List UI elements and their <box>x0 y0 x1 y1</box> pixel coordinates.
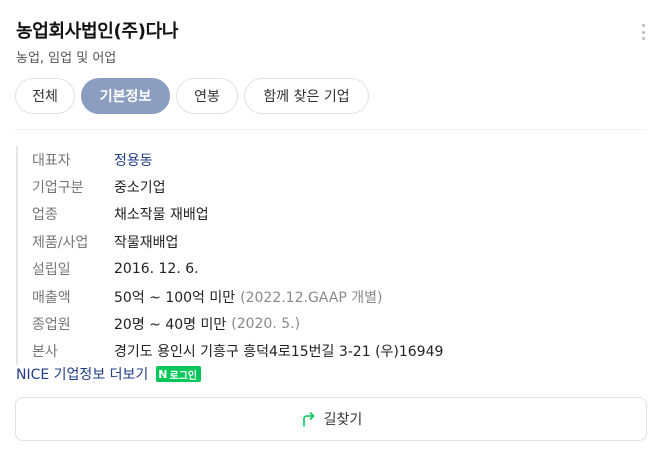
nice-more-link[interactable]: NICE 기업정보 더보기 <box>16 364 148 384</box>
nice-info-row: NICE 기업정보 더보기 N 로그인 <box>16 364 202 384</box>
info-row-ceo: 대표자 정용동 <box>32 146 636 173</box>
info-label: 대표자 <box>32 152 71 169</box>
info-label: 제품/사업 <box>32 234 89 251</box>
info-note: (2020. 5.) <box>231 316 301 333</box>
directions-button[interactable]: 길찾기 <box>15 397 647 441</box>
info-value: 중소기업 <box>114 180 166 197</box>
login-badge-label: 로그인 <box>169 370 198 382</box>
info-row-type: 기업구분 중소기업 <box>32 173 636 200</box>
info-row-employees: 종업원 20명 ~ 40명 미만 (2020. 5.) <box>32 310 636 337</box>
directions-label: 길찾기 <box>323 412 363 428</box>
info-value: 경기도 용인시 기흥구 흥덕4로15번길 3-21 (우)16949 <box>114 344 444 361</box>
info-row-address: 본사 경기도 용인시 기흥구 흥덕4로15번길 3-21 (우)16949 <box>32 338 636 365</box>
info-label: 매출액 <box>32 289 71 306</box>
more-options-icon[interactable] <box>637 22 649 42</box>
info-value: 작물재배업 <box>114 234 179 251</box>
divider <box>15 129 646 130</box>
naver-n-icon: N <box>158 367 168 381</box>
ceo-link[interactable]: 정용동 <box>114 150 153 170</box>
company-info-card: 농업회사법인(주)다나 농업, 임업 및 어업 전체 기본정보 연봉 함께 찾은… <box>0 0 655 456</box>
info-label: 업종 <box>32 207 58 224</box>
info-value: 50억 ~ 100억 미만 <box>114 289 236 306</box>
login-badge[interactable]: N 로그인 <box>156 366 202 382</box>
info-value: 채소작물 재배업 <box>114 207 209 224</box>
company-name: 농업회사법인(주)다나 <box>16 21 179 42</box>
info-label: 설립일 <box>32 262 71 279</box>
info-value: 20명 ~ 40명 미만 <box>114 317 227 334</box>
tab-basic-info[interactable]: 기본정보 <box>81 78 170 114</box>
info-row-product: 제품/사업 작물재배업 <box>32 228 636 255</box>
info-note: (2022.12.GAAP 개별) <box>240 289 383 306</box>
info-label: 본사 <box>32 344 58 361</box>
info-row-revenue: 매출액 50억 ~ 100억 미만 (2022.12.GAAP 개별) <box>32 283 636 310</box>
info-row-industry: 업종 채소작물 재배업 <box>32 201 636 228</box>
tab-related-companies[interactable]: 함께 찾은 기업 <box>244 78 369 114</box>
info-row-founded: 설립일 2016. 12. 6. <box>32 256 636 283</box>
route-arrow-icon <box>302 412 314 427</box>
info-label: 종업원 <box>32 317 71 334</box>
tab-all[interactable]: 전체 <box>15 78 75 114</box>
info-value: 2016. 12. 6. <box>114 261 199 278</box>
tab-salary[interactable]: 연봉 <box>176 78 238 114</box>
company-category: 농업, 임업 및 어업 <box>16 51 117 66</box>
info-label: 기업구분 <box>32 180 84 197</box>
basic-info-list: 대표자 정용동 기업구분 중소기업 업종 채소작물 재배업 제품/사업 작물재배… <box>16 146 636 366</box>
tab-bar: 전체 기본정보 연봉 함께 찾은 기업 <box>15 78 369 114</box>
